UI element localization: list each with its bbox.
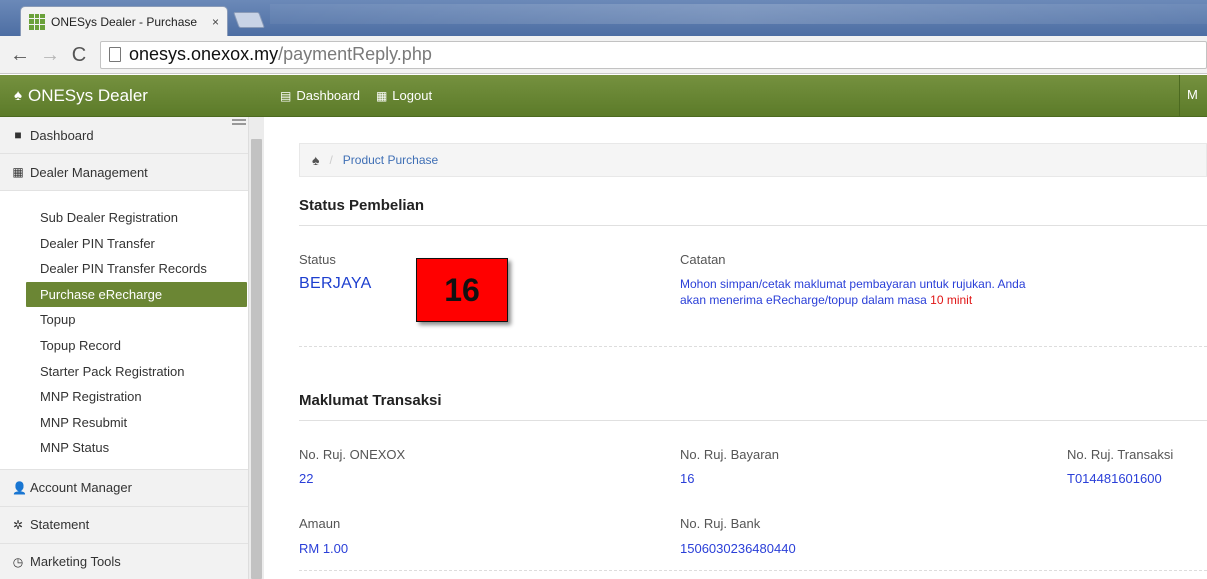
app-navbar: ♠ ONESys Dealer ▤ Dashboard ▦ Logout M [0, 75, 1207, 117]
breadcrumb: ♠ / Product Purchase [299, 143, 1207, 177]
sidebar-item-dashboard[interactable]: ■ Dashboard [0, 117, 248, 154]
gear-icon: ✲ [12, 517, 24, 532]
sidebar-subitem-sub-dealer-registration[interactable]: Sub Dealer Registration [0, 205, 248, 231]
grid-icon: ▦ [375, 88, 388, 103]
sidebar-item-statement[interactable]: ✲ Statement [0, 506, 248, 544]
nav-dashboard-link[interactable]: ▤ Dashboard [280, 88, 360, 103]
main-content: ♠ / Product Purchase Status Pembelian St… [282, 117, 1207, 579]
breadcrumb-separator: / [329, 153, 333, 167]
browser-toolbar: ← → C onesys.onexox.my /paymentReply.php [0, 36, 1207, 74]
brand-link[interactable]: ♠ ONESys Dealer [0, 86, 280, 106]
amount-label: Amaun [299, 516, 341, 531]
scrollbar-thumb[interactable] [251, 139, 262, 579]
sidebar-item-label: Marketing Tools [30, 554, 121, 570]
sidebar-collapse-icon[interactable] [232, 117, 246, 129]
forward-arrow-icon[interactable]: → [40, 45, 60, 65]
onexox-ref-value: 22 [299, 471, 314, 486]
note-body: Mohon simpan/cetak maklumat pembayaran u… [680, 277, 1026, 307]
transaction-section-title: Maklumat Transaksi [299, 392, 442, 409]
note-label: Catatan [680, 252, 726, 267]
sidebar-subitem-dealer-pin-transfer-records[interactable]: Dealer PIN Transfer Records [0, 256, 248, 282]
nav-logout-label: Logout [392, 88, 433, 103]
site-favicon-icon [29, 13, 45, 30]
status-label: Status [299, 252, 336, 267]
sidebar-subitem-starter-pack-registration[interactable]: Starter Pack Registration [0, 359, 248, 385]
sidebar-subitem-mnp-status[interactable]: MNP Status [0, 435, 248, 461]
section-divider [299, 346, 1207, 347]
sidebar-subitem-dealer-pin-transfer[interactable]: Dealer PIN Transfer [0, 231, 248, 257]
onexox-ref-label: No. Ruj. ONEXOX [299, 447, 406, 462]
new-tab-button[interactable] [233, 12, 265, 28]
section-divider [299, 420, 1207, 421]
navbar-right-menu[interactable]: M [1187, 87, 1207, 102]
url-path: /paymentReply.php [278, 44, 432, 64]
user-icon: 👤 [12, 480, 27, 495]
section-divider [299, 225, 1207, 226]
home-icon[interactable]: ♠ [312, 152, 319, 168]
note-text: Mohon simpan/cetak maklumat pembayaran u… [680, 276, 1040, 308]
transaction-ref-value: T014481601600 [1067, 471, 1162, 486]
home-icon: ♠ [14, 87, 22, 104]
sidebar-subitem-mnp-resubmit[interactable]: MNP Resubmit [0, 410, 248, 436]
browser-tab-bar: ONESys Dealer - Purchase × [0, 0, 1207, 36]
amount-value: RM 1.00 [299, 541, 349, 556]
address-bar[interactable]: onesys.onexox.my /paymentReply.php [100, 40, 1207, 69]
sidebar-scrollbar[interactable] [249, 117, 264, 579]
browser-tab[interactable]: ONESys Dealer - Purchase × [20, 6, 228, 36]
bank-ref-label: No. Ruj. Bank [680, 516, 761, 531]
sidebar-item-label: Dashboard [30, 127, 94, 143]
list-icon: ▤ [280, 88, 292, 103]
sidebar-item-label: Dealer Management [30, 164, 148, 180]
url-host: onesys.onexox.my [129, 44, 279, 64]
note-highlight: 10 minit [930, 293, 973, 307]
close-tab-icon[interactable]: × [212, 15, 219, 29]
payment-ref-value: 16 [680, 471, 695, 486]
bank-ref-value: 1506030236480440 [680, 541, 796, 556]
sidebar-item-marketing-tools[interactable]: ◷ Marketing Tools [0, 543, 248, 579]
dealer-management-submenu: Sub Dealer Registration Dealer PIN Trans… [0, 191, 248, 470]
navbar-divider [1179, 75, 1180, 117]
folder-icon: ■ [14, 128, 22, 142]
brand-label: ONESys Dealer [27, 85, 148, 105]
section-divider [299, 570, 1207, 571]
reload-icon[interactable]: C [70, 45, 88, 65]
tab-title: ONESys Dealer - Purchase [51, 14, 198, 29]
sidebar-subitem-purchase-erecharge[interactable]: Purchase eRecharge [26, 281, 247, 308]
sidebar-subitem-topup-record[interactable]: Topup Record [0, 333, 248, 359]
status-value: BERJAYA [299, 275, 372, 292]
transaction-ref-label: No. Ruj. Transaksi [1067, 447, 1174, 462]
sidebar-subitem-mnp-registration[interactable]: MNP Registration [0, 384, 248, 410]
nav-dashboard-label: Dashboard [296, 88, 360, 103]
clock-icon: ◷ [12, 554, 24, 569]
sidebar: ■ Dashboard ▦ Dealer Management Sub Deal… [0, 117, 249, 579]
status-section-title: Status Pembelian [299, 197, 425, 214]
sidebar-item-label: Account Manager [30, 480, 132, 496]
back-arrow-icon[interactable]: ← [10, 45, 30, 65]
sidebar-item-dealer-management[interactable]: ▦ Dealer Management [0, 154, 248, 191]
sidebar-item-label: Statement [30, 517, 90, 533]
breadcrumb-current[interactable]: Product Purchase [343, 153, 438, 167]
page-icon [109, 47, 121, 62]
sidebar-item-account-manager[interactable]: 👤 Account Manager [0, 469, 248, 507]
nav-logout-link[interactable]: ▦ Logout [376, 88, 432, 103]
payment-ref-label: No. Ruj. Bayaran [680, 447, 779, 462]
annotation-badge: 16 [416, 258, 508, 322]
grid-icon: ▦ [12, 165, 24, 179]
sidebar-subitem-topup[interactable]: Topup [0, 307, 248, 333]
